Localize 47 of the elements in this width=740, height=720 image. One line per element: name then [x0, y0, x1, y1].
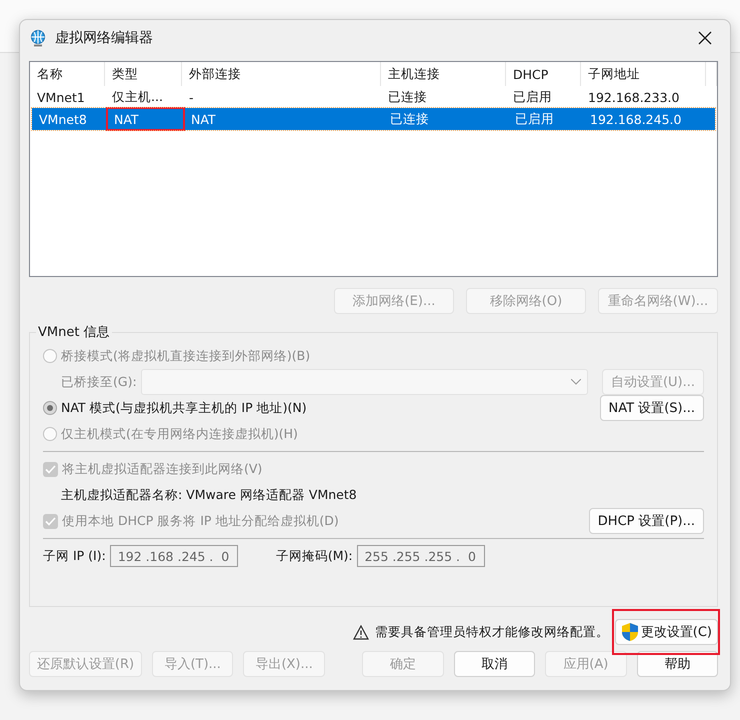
- table-cell-text: 已连接: [389, 110, 430, 128]
- dialog-button[interactable]: 取消: [454, 651, 536, 677]
- shield-icon: [620, 622, 639, 642]
- globe-icon: [29, 29, 47, 47]
- radio-label: 仅主机模式(在专用网络内连接虚拟机)(H): [61, 426, 298, 442]
- table-row[interactable]: VMnet8 NAT NAT 已连接 已启用 192.168.245.0: [32, 108, 715, 130]
- column-header[interactable]: 外部连接: [182, 62, 381, 86]
- window-title: 虚拟网络编辑器: [55, 29, 154, 47]
- table-cell-text: 已启用: [512, 88, 553, 106]
- column-header[interactable]: DHCP: [506, 62, 581, 86]
- column-header[interactable]: 名称: [30, 62, 105, 86]
- nat-settings-button[interactable]: NAT 设置(S)...: [600, 395, 704, 421]
- field-label: 子网 IP (I):: [43, 548, 106, 564]
- column-header[interactable]: 子网地址: [581, 62, 706, 86]
- warning-text: 需要具备管理员特权才能修改网络配置。: [374, 624, 609, 640]
- table-cell-text: 192.168.245.0: [589, 110, 682, 128]
- ip-field[interactable]: 192 .168 .245 . 0: [110, 545, 238, 567]
- field-label: 已桥接至(G):: [61, 374, 137, 390]
- checkbox-label: 使用本地 DHCP 服务将 IP 地址分配给虚拟机(D): [62, 512, 339, 530]
- checkbox-label: 将主机虚拟适配器连接到此网络(V): [62, 460, 262, 478]
- warning-icon: [352, 624, 369, 640]
- table-cell-text: VMnet1: [36, 88, 86, 106]
- chevron-icon: [570, 379, 581, 385]
- table-cell-text: 仅主机...: [111, 88, 164, 106]
- field-label: 子网掩码(M):: [276, 548, 353, 564]
- radio-button[interactable]: [43, 401, 57, 415]
- table-cell-text: 192.168.233.0: [587, 88, 680, 106]
- bridge-dropdown[interactable]: [140, 369, 588, 395]
- adapter-name-text: 主机虚拟适配器名称: VMware 网络适配器 VMnet8: [60, 486, 358, 504]
- close-icon[interactable]: [698, 31, 712, 45]
- table-cell: NAT: [107, 108, 184, 130]
- group-title: VMnet 信息: [36, 323, 112, 341]
- table-cell-text: -: [188, 88, 195, 106]
- mask-field[interactable]: 255 .255 .255 . 0: [356, 545, 485, 567]
- table-row[interactable]: VMnet1 仅主机... - 已连接 已启用 192.168.233.0: [30, 86, 717, 108]
- radio-button[interactable]: [43, 427, 57, 441]
- dialog-button[interactable]: 帮助: [636, 651, 718, 677]
- column-header[interactable]: 主机连接: [381, 62, 506, 86]
- table-cell-text: 已启用: [514, 110, 555, 128]
- column-header[interactable]: 类型: [105, 62, 182, 86]
- radio-label: 桥接模式(将虚拟机直接连接到外部网络)(B): [61, 348, 310, 364]
- change-settings-button[interactable]: 更改设置(C): [614, 619, 718, 645]
- radio-button[interactable]: [43, 349, 57, 363]
- radio-label: NAT 模式(与虚拟机共享主机的 IP 地址)(N): [61, 400, 307, 416]
- table-cell-text: VMnet8: [38, 110, 88, 128]
- table-cell-text: 已连接: [387, 88, 428, 106]
- table-cell-text: NAT: [190, 110, 217, 128]
